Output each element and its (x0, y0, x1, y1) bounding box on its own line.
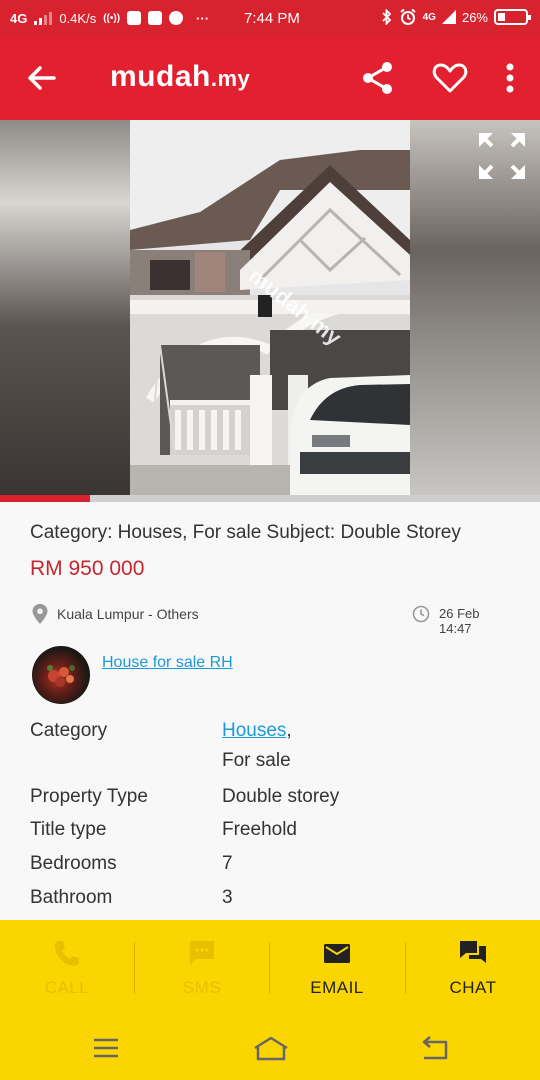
network-type-right: 4G (422, 11, 436, 23)
status-left: 4G 0.4K/s ((•)) ··· (10, 11, 209, 26)
detail-row-bedrooms: Bedrooms 7 (30, 853, 510, 887)
category-value-line2: For sale (222, 750, 291, 771)
battery-percent: 26% (461, 9, 488, 25)
mudah-logo: mudah.my (110, 60, 250, 94)
email-button[interactable]: EMAIL (270, 930, 404, 1012)
phone-icon (54, 941, 79, 966)
heart-icon[interactable] (430, 58, 470, 98)
chat-button[interactable]: CHAT (406, 930, 540, 1012)
avatar-flowers-image (47, 665, 75, 687)
sms-label: SMS (182, 978, 222, 997)
network-speed: 0.4K/s (59, 10, 97, 26)
detail-row-category: Category Houses, For sale (30, 720, 510, 786)
chat-label: CHAT (449, 978, 497, 997)
home-icon[interactable] (252, 1034, 290, 1062)
seller-name-link[interactable]: House for sale RH (102, 654, 233, 672)
detail-row-title-type: Title type Freehold (30, 819, 510, 853)
listing-price: RM 950 000 (30, 557, 145, 580)
youtube-icon (127, 11, 142, 25)
more-vertical-icon[interactable] (494, 58, 526, 98)
menu-icon[interactable] (92, 1034, 120, 1062)
property-type-value: Double storey (222, 786, 340, 807)
listing-details: Category: Houses, For sale Subject: Doub… (0, 502, 540, 920)
call-button[interactable]: CALL (0, 930, 134, 1012)
category-houses-link[interactable]: Houses (222, 720, 286, 741)
title-type-value: Freehold (222, 819, 297, 840)
battery-icon (494, 9, 531, 25)
photo-gallery[interactable]: mudah.my (0, 120, 540, 502)
gallery-progress-track (0, 495, 540, 502)
bedrooms-value: 7 (222, 853, 233, 874)
detail-row-property-type: Property Type Double storey (30, 786, 510, 819)
listing-subject: Category: Houses, For sale Subject: Doub… (30, 522, 461, 543)
seller-avatar[interactable] (32, 646, 90, 704)
bedrooms-label: Bedrooms (30, 853, 117, 874)
logo-main: mudah (110, 60, 211, 93)
category-separator: , (286, 720, 292, 741)
sms-button[interactable]: SMS (135, 930, 269, 1012)
status-bar: 4G 0.4K/s ((•)) ··· 7:44 PM 4G 26% (0, 0, 540, 36)
signal-icon (34, 11, 53, 25)
location-pin-icon (32, 604, 48, 624)
email-icon (324, 944, 350, 963)
back-arrow-icon[interactable] (22, 58, 62, 98)
more-notifications: ··· (196, 10, 210, 26)
property-type-label: Property Type (30, 786, 148, 807)
alarm-icon (399, 8, 416, 25)
hotspot-icon: ((•)) (103, 12, 121, 24)
facebook-icon (148, 11, 163, 25)
posted-date: 26 Feb 14:47 (439, 606, 480, 636)
gallery-progress-fill (0, 495, 91, 502)
location-text: Kuala Lumpur - Others (57, 606, 199, 622)
call-label: CALL (44, 978, 90, 997)
fullscreen-icon[interactable] (476, 130, 528, 182)
sms-icon (190, 941, 214, 965)
app-bar: mudah.my (0, 36, 540, 120)
share-icon[interactable] (358, 58, 398, 98)
chat-icon (460, 941, 486, 963)
clock-icon (412, 605, 430, 623)
app-icon (169, 11, 184, 25)
bluetooth-icon (381, 9, 391, 25)
category-label: Category (30, 720, 108, 741)
detail-row-bathroom: Bathroom 3 (30, 887, 510, 921)
status-right: 4G 26% (381, 8, 531, 26)
logo-tld: .my (210, 66, 251, 91)
blurred-photo-left (0, 120, 130, 495)
title-type-label: Title type (30, 819, 107, 840)
signal-full-icon (441, 10, 456, 24)
email-label: EMAIL (310, 978, 364, 997)
details-table: Category Houses, For sale Property Type … (30, 720, 510, 921)
network-type: 4G (10, 10, 28, 26)
location-row: Kuala Lumpur - Others 26 Feb 14:47 (32, 602, 512, 636)
category-value: Houses, For sale (222, 720, 292, 772)
clock: 7:44 PM (244, 10, 300, 27)
back-nav-icon[interactable] (420, 1034, 450, 1062)
bathroom-label: Bathroom (30, 887, 113, 908)
bathroom-value: 3 (222, 887, 233, 908)
house-photo[interactable]: mudah.my (130, 120, 410, 495)
